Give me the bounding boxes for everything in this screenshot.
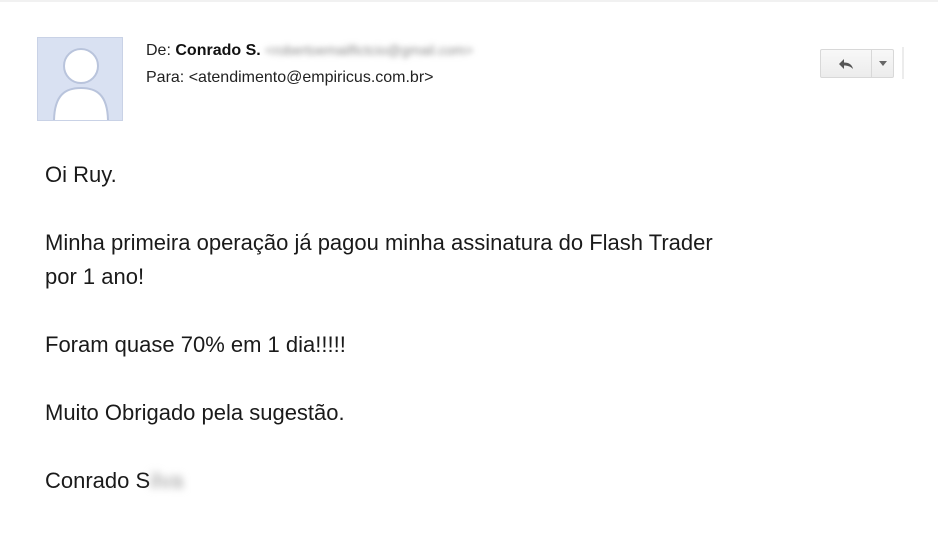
signature-redacted: ilva <box>150 468 184 493</box>
more-actions-button[interactable] <box>872 50 893 77</box>
message-paragraph-1-line-1: Minha primeira operação já pagou minha a… <box>45 230 713 255</box>
to-label: Para: <box>146 69 185 86</box>
reply-arrow-icon <box>839 58 853 69</box>
signature: Conrado Silva <box>45 464 825 498</box>
message-paragraph-2: Foram quase 70% em 1 dia!!!!! <box>45 332 346 357</box>
default-person-icon <box>38 38 122 120</box>
sender-avatar <box>37 37 123 121</box>
from-label: De: <box>146 42 171 59</box>
toolbar-edge-divider <box>902 47 904 79</box>
recipient-address[interactable]: <atendimento@empiricus.com.br> <box>189 69 434 86</box>
email-body: Oi Ruy. Minha primeira operação já pagou… <box>45 158 825 532</box>
sender-email-redacted: <robertoemailfictcio@gmail.com> <box>265 42 474 58</box>
from-row: De: Conrado S. <robertoemailfictcio@gmai… <box>146 37 473 64</box>
message-paragraph-1: Minha primeira operação já pagou minha a… <box>45 226 825 294</box>
signature-visible: Conrado S <box>45 468 151 493</box>
chevron-down-icon <box>878 61 887 66</box>
top-divider <box>0 0 938 2</box>
reply-button[interactable] <box>821 50 872 77</box>
message-paragraph-1-line-2: por 1 ano! <box>45 264 145 289</box>
reply-button-group <box>820 49 894 78</box>
message-paragraph-3: Muito Obrigado pela sugestão. <box>45 400 345 425</box>
greeting: Oi Ruy. <box>45 162 117 187</box>
to-row: Para: <atendimento@empiricus.com.br> <box>146 64 473 91</box>
sender-name[interactable]: Conrado S. <box>175 42 260 59</box>
email-header: De: Conrado S. <robertoemailfictcio@gmai… <box>146 37 473 91</box>
